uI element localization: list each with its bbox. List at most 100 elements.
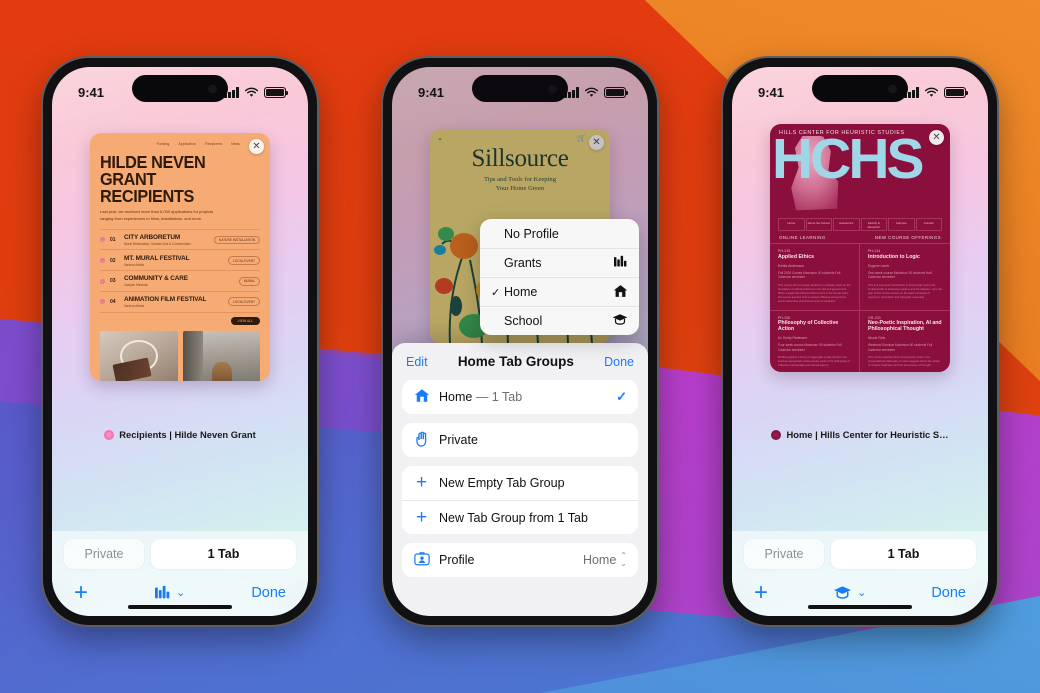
popover-item-label: School (504, 314, 543, 328)
tab-count-button[interactable]: 1 Tab (831, 539, 976, 569)
tab-title-text: Home | Hills Center for Heuristic S… (786, 429, 949, 440)
hchs-nav-item: Academics (833, 218, 860, 232)
phone-left: 9:41 ✕ Funding Application Recipients Ne… (43, 58, 317, 625)
sheet-title: Home Tab Groups (457, 354, 574, 369)
profile-popover-menu: No Profile Grants ✓ Home School (480, 219, 639, 335)
recipient-number: 04 (110, 298, 116, 305)
plus-icon[interactable]: + (754, 580, 768, 605)
recipient-tag: MURAL (238, 276, 260, 286)
site-nav-item: Funding (156, 142, 170, 146)
course-cell: PH-205 Philosophy of Collective Action D… (770, 310, 860, 372)
chevron-down-icon: ⌄ (437, 135, 443, 142)
arrow-icon: › (100, 258, 105, 264)
done-button[interactable]: Done (251, 585, 286, 601)
profile-card-icon (413, 551, 430, 569)
close-icon[interactable]: ✕ (589, 135, 604, 150)
sillsource-subtitle-1: Tips and Tools for Keeping (483, 176, 557, 183)
sheet-row-new-group-from-tabs[interactable]: + New Tab Group from 1 Tab (402, 500, 638, 534)
books-library-icon (155, 585, 170, 599)
hchs-nav-item: Contact (915, 218, 942, 232)
battery-icon (944, 87, 969, 98)
wifi-icon (244, 87, 259, 97)
course-cell: PH-144 Introduction to Logic Eugene Lamb… (860, 244, 950, 311)
course-title: Philosophy of Collective Action (778, 320, 839, 333)
hchs-nav-item: Faculty & Research (860, 218, 887, 232)
recipient-number: 02 (110, 257, 116, 264)
arrow-icon: › (100, 278, 105, 284)
chevron-down-icon: ⌄ (857, 587, 867, 599)
status-time: 9:41 (418, 85, 445, 100)
sheet-row-private[interactable]: Private (402, 423, 638, 457)
close-icon[interactable]: ✕ (249, 139, 264, 154)
phone-right: 9:41 ✕ HILLS CENTER FOR HEURISTIC STUDIE… (723, 58, 997, 625)
sheet-row-new-group-from-tabs-label: New Tab Group from 1 Tab (439, 510, 588, 525)
plus-icon[interactable]: + (74, 580, 88, 605)
site-nav-item: Recipients (205, 142, 223, 146)
tab-count-button[interactable]: 1 Tab (151, 539, 296, 569)
sheet-row-profile[interactable]: Profile Home ⌃ ⌄ (402, 543, 638, 577)
site-toolbar: ⌄ 🛒 (437, 134, 586, 142)
recipient-number: 01 (110, 236, 116, 243)
recipient-sub: Mural Restoration, Outside Arts & Conser… (124, 241, 191, 246)
sillsource-subtitle-2: Your Home Green (495, 184, 545, 192)
popover-item-label: Home (504, 285, 538, 299)
tab-group-list-current: Home — 1 Tab ✓ (402, 380, 638, 414)
tab-title-row: Recipients | Hilde Neven Grant (52, 429, 308, 440)
course-meta: Fall 2024 Course Maximum 40 students Ful… (778, 270, 841, 280)
profile-selected-value: Home (582, 553, 617, 567)
course-instructor: Eugene Lamb (868, 263, 890, 268)
site-intro: Last year, we received more than 6,000 a… (100, 209, 214, 221)
tab-title-text: Recipients | Hilde Neven Grant (119, 429, 256, 440)
close-icon[interactable]: ✕ (929, 130, 944, 145)
course-body: Building against a theory of aggregate s… (778, 356, 850, 368)
tab-group-list-actions: + New Empty Tab Group + New Tab Group fr… (402, 466, 638, 534)
site-photos (100, 331, 260, 381)
recipient-row: › 04 ANIMATION FILM FESTIVAL Various Art… (100, 290, 260, 312)
course-instructor: Emilia Andersson (778, 263, 805, 268)
edit-button[interactable]: Edit (406, 355, 428, 369)
phone-center-screen: 9:41 ✕ ⌄ 🛒 Sillsource Tips and Tools for… (392, 67, 648, 616)
sheet-row-private-label: Private (439, 433, 478, 447)
sheet-row-home[interactable]: Home — 1 Tab ✓ (402, 380, 638, 414)
course-title: Neo-Poetic Inspiration, AI and Philosoph… (868, 320, 942, 333)
private-tab-button[interactable]: Private (64, 539, 144, 569)
tab-group-selector[interactable]: ⌄ (833, 585, 866, 600)
sillsource-title: Sillsource (471, 145, 569, 172)
recipient-name: CITY ARBORETUM (124, 233, 181, 241)
tab-group-selector[interactable]: ⌄ (154, 585, 185, 600)
hchs-section-right: NEW COURSE OFFERINGS (874, 235, 941, 241)
popover-item-grants[interactable]: Grants (480, 248, 639, 277)
recipient-row: › 01 CITY ARBORETUM Mural Restoration, O… (100, 228, 260, 250)
hchs-site-preview: HILLS CENTER FOR HEURISTIC STUDIES HCHS … (770, 124, 950, 372)
status-time: 9:41 (758, 85, 785, 100)
recipient-tag: NATURE INSTALLATION (214, 235, 260, 245)
tab-title-row: Home | Hills Center for Heuristic S… (732, 429, 988, 440)
sheet-row-new-empty-group[interactable]: + New Empty Tab Group (402, 466, 638, 500)
tab-group-list-private: Private (402, 423, 638, 457)
wifi-icon (924, 87, 939, 97)
popover-item-home[interactable]: ✓ Home (480, 277, 639, 306)
recipient-row: › 02 MT. MURAL FESTIVAL Various Artists … (100, 249, 260, 270)
private-tab-button[interactable]: Private (744, 539, 824, 569)
popover-item-no-profile[interactable]: No Profile (480, 219, 639, 248)
hand-raised-icon (413, 431, 430, 450)
recipient-tag: LOCAL EVENT (228, 297, 260, 307)
course-meta: Weekend Seminar Maximum 60 students Full… (868, 342, 933, 352)
done-button[interactable]: Done (931, 585, 966, 601)
site-heading-line2: GRANT RECIPIENTS (100, 168, 194, 206)
tab-card[interactable]: ✕ HILLS CENTER FOR HEURISTIC STUDIES HCH… (770, 124, 950, 372)
house-icon (413, 388, 430, 406)
cart-icon: 🛒 (577, 135, 586, 142)
checkmark-icon: ✓ (491, 286, 501, 299)
sheet-done-button[interactable]: Done (604, 355, 634, 369)
checkmark-icon: ✓ (616, 389, 627, 404)
hchs-section-headers: ONLINE LEARNING NEW COURSE OFFERINGS (770, 231, 950, 245)
view-all-button: VIEW ALL (100, 312, 260, 326)
recipients-list: › 01 CITY ARBORETUM Mural Restoration, O… (100, 228, 260, 326)
dynamic-island (472, 75, 568, 102)
course-cell: GR-233 Neo-Poetic Inspiration, AI and Ph… (860, 311, 950, 372)
tab-card[interactable]: ✕ Funding Application Recipients News HI… (90, 133, 270, 381)
wifi-icon (584, 87, 599, 97)
sheet-row-home-label: Home (439, 390, 473, 404)
popover-item-school[interactable]: School (480, 306, 639, 335)
